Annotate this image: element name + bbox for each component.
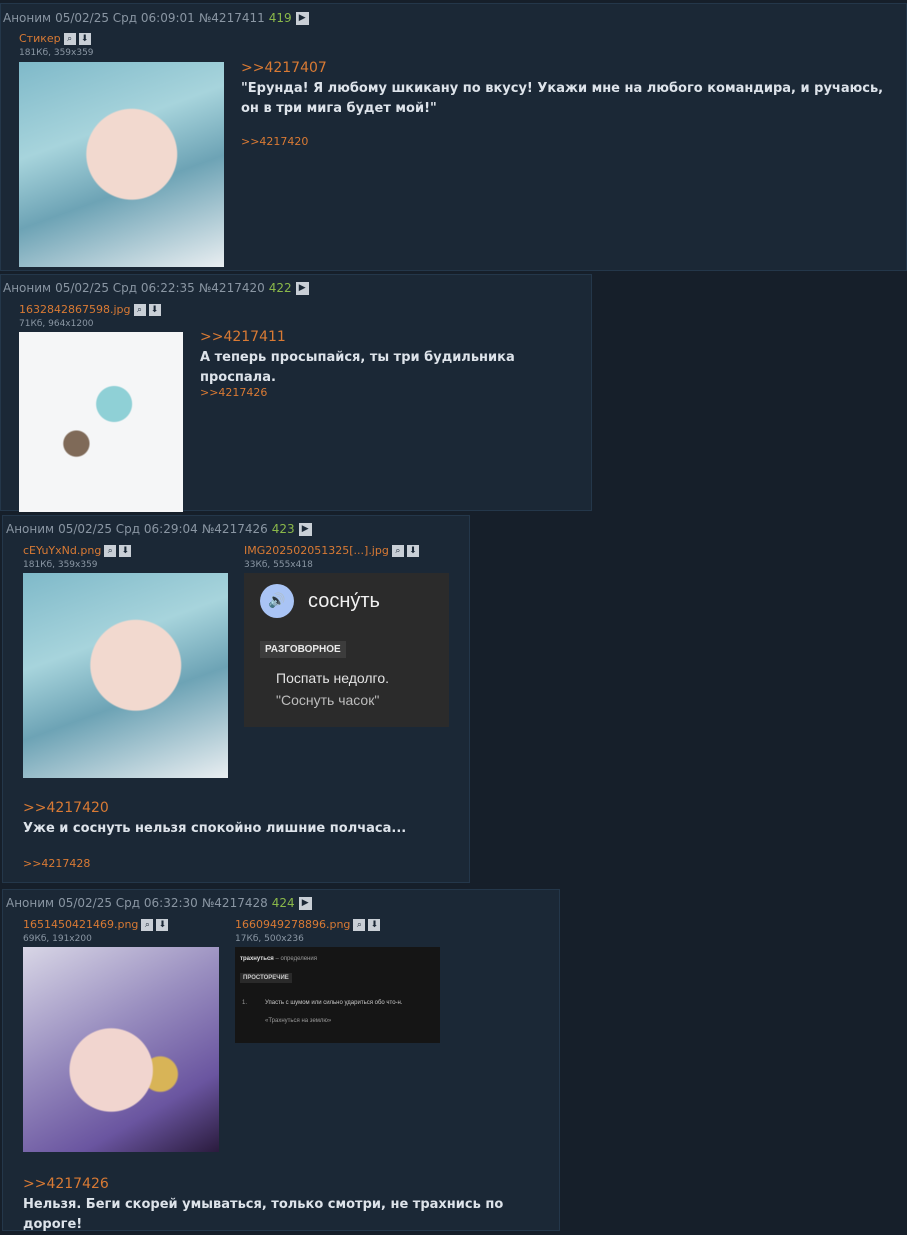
dictionary-tag: РАЗГОВОРНОЕ — [260, 641, 346, 658]
post-image-thumbnail[interactable] — [23, 573, 228, 778]
file-name[interactable]: 1651450421469.png — [23, 918, 138, 931]
post-author: Аноним — [3, 281, 52, 295]
post-image-thumbnail[interactable] — [19, 332, 183, 512]
dictionary-example: "Соснуть часок" — [276, 692, 380, 708]
reply-link[interactable]: >>4217426 — [23, 1176, 109, 1193]
dictionary-example: «Трахнуться на землю» — [265, 1018, 332, 1024]
file-meta: 17Кб, 500x236 — [235, 934, 304, 944]
post-image-thumbnail[interactable] — [19, 62, 224, 267]
reply-link[interactable]: >>4217407 — [241, 60, 327, 77]
dictionary-heading: трахнуться – определения — [240, 955, 317, 963]
file-name-link: cEYuYxNd.png ⌕ ⬇ — [23, 544, 132, 557]
post-text: Уже и соснуть нельзя спокойно лишние пол… — [23, 821, 407, 836]
post-header: Аноним 05/02/25 Срд 06:09:01 №4217411 419 ▶ — [3, 11, 313, 25]
file-name-link: 1660949278896.png ⌕ ⬇ — [235, 918, 381, 931]
download-icon[interactable]: ⬇ — [156, 919, 169, 931]
post-author: Аноним — [6, 896, 55, 910]
speaker-icon: 🔊 — [260, 584, 294, 618]
play-icon[interactable]: ▶ — [295, 282, 309, 295]
post-number[interactable]: №4217411 — [199, 11, 265, 25]
search-icon[interactable]: ⌕ — [353, 919, 366, 931]
download-icon[interactable]: ⬇ — [148, 304, 161, 316]
post-count: 423 — [271, 522, 295, 536]
post-header: Аноним 05/02/25 Срд 06:29:04 №4217426 423 ▶ — [6, 522, 316, 536]
post-image-thumbnail[interactable]: 🔊 сосну́ть РАЗГОВОРНОЕ Поспать недолго. … — [244, 573, 449, 727]
dictionary-number: 1. — [242, 1000, 248, 1006]
dictionary-heading-suffix: – определения — [273, 956, 317, 962]
search-icon[interactable]: ⌕ — [141, 919, 154, 931]
file-name[interactable]: 1632842867598.jpg — [19, 303, 131, 316]
file-name[interactable]: Стикер — [19, 32, 61, 45]
file-name-link: IMG202502051325[...].jpg ⌕ ⬇ — [244, 544, 419, 557]
post-date: 05/02/25 Срд 06:29:04 — [58, 522, 198, 536]
post-text: А теперь просыпайся, ты три будильника п… — [200, 350, 515, 385]
post-count: 419 — [268, 11, 292, 25]
post-date: 05/02/25 Срд 06:32:30 — [58, 896, 198, 910]
dictionary-definition: Поспать недолго. — [276, 670, 390, 686]
dictionary-word: трахнуться — [240, 956, 274, 962]
file-meta: 181Кб, 359x359 — [23, 560, 98, 570]
post-4217428: Аноним 05/02/25 Срд 06:32:30 №4217428 424 ▶ … — [2, 889, 560, 1232]
download-icon[interactable]: ⬇ — [368, 919, 381, 931]
post-author: Аноним — [3, 11, 52, 25]
reply-link[interactable]: >>4217420 — [23, 800, 109, 817]
dictionary-word: сосну́ть — [308, 590, 380, 612]
reply-link[interactable]: >>4217411 — [200, 329, 286, 346]
backlink[interactable]: >>4217420 — [241, 135, 308, 148]
backlink[interactable]: >>4217426 — [200, 386, 267, 399]
post-number[interactable]: №4217426 — [202, 522, 268, 536]
post-number[interactable]: №4217420 — [199, 281, 265, 295]
post-image-thumbnail[interactable] — [23, 947, 219, 1152]
post-4217426: Аноним 05/02/25 Срд 06:29:04 №4217426 423 ▶ … — [2, 515, 470, 883]
post-4217420: Аноним 05/02/25 Срд 06:22:35 №4217420 422 ▶ … — [0, 274, 592, 512]
search-icon[interactable]: ⌕ — [104, 545, 117, 557]
play-icon[interactable]: ▶ — [295, 12, 309, 25]
post-image-thumbnail[interactable]: трахнуться – определения ПРОСТОРЕЧИЕ 1. … — [235, 947, 440, 1043]
post-date: 05/02/25 Срд 06:22:35 — [55, 281, 195, 295]
file-name[interactable]: IMG202502051325[...].jpg — [244, 544, 389, 557]
file-name-link: 1651450421469.png ⌕ ⬇ — [23, 918, 169, 931]
dictionary-tag: ПРОСТОРЕЧИЕ — [240, 973, 292, 983]
post-count: 424 — [271, 896, 295, 910]
file-meta: 33Кб, 555x418 — [244, 560, 313, 570]
search-icon[interactable]: ⌕ — [391, 545, 404, 557]
file-meta: 181Кб, 359x359 — [19, 48, 94, 58]
post-4217411: Аноним 05/02/25 Срд 06:09:01 №4217411 419 ▶ … — [0, 3, 907, 271]
post-text: Нельзя. Беги скорей умываться, только см… — [23, 1197, 504, 1232]
download-icon[interactable]: ⬇ — [119, 545, 132, 557]
file-name-link: Стикер ⌕ ⬇ — [19, 32, 91, 45]
file-name[interactable]: cEYuYxNd.png — [23, 544, 101, 557]
post-header: Аноним 05/02/25 Срд 06:32:30 №4217428 424 ▶ — [6, 896, 316, 910]
file-name[interactable]: 1660949278896.png — [235, 918, 350, 931]
search-icon[interactable]: ⌕ — [133, 304, 146, 316]
post-count: 422 — [268, 281, 292, 295]
play-icon[interactable]: ▶ — [298, 897, 312, 910]
post-number[interactable]: №4217428 — [202, 896, 268, 910]
file-meta: 69Кб, 191x200 — [23, 934, 92, 944]
post-date: 05/02/25 Срд 06:09:01 — [55, 11, 195, 25]
download-icon[interactable]: ⬇ — [406, 545, 419, 557]
play-icon[interactable]: ▶ — [298, 523, 312, 536]
backlink[interactable]: >>4217428 — [23, 857, 90, 870]
file-meta: 71Кб, 964x1200 — [19, 319, 94, 329]
post-text: "Ерунда! Я любому шкикану по вкусу! Укаж… — [241, 81, 884, 116]
file-name-link: 1632842867598.jpg ⌕ ⬇ — [19, 303, 161, 316]
post-header: Аноним 05/02/25 Срд 06:22:35 №4217420 422 ▶ — [3, 281, 313, 295]
dictionary-definition: Упасть с шумом или сильно удариться обо … — [265, 1000, 403, 1006]
post-author: Аноним — [6, 522, 55, 536]
search-icon[interactable]: ⌕ — [63, 33, 76, 45]
download-icon[interactable]: ⬇ — [78, 33, 91, 45]
